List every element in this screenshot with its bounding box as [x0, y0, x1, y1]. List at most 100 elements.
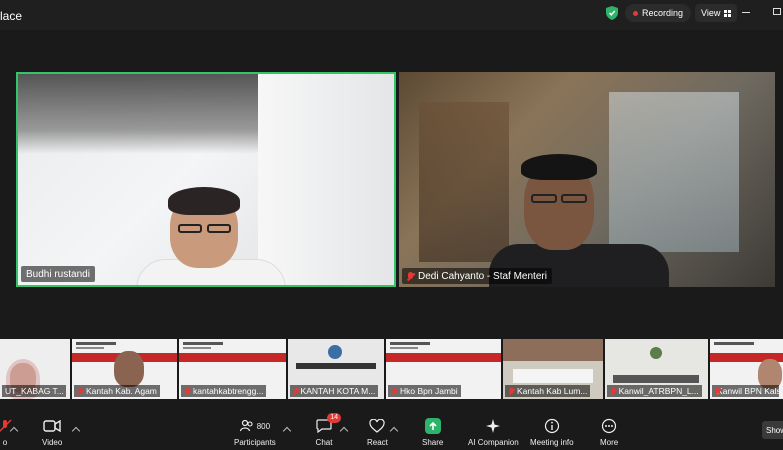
background-shelf — [419, 102, 509, 262]
share-button[interactable]: Share — [422, 418, 443, 447]
thumbnail-tile[interactable]: Kanwil_ATRBPN_L... — [605, 339, 708, 399]
mic-muted-icon — [509, 387, 515, 394]
room-wall — [503, 339, 603, 361]
participant-name: Dedi Cahyanto - Staf Menteri — [418, 270, 547, 282]
thumbnail-tile[interactable]: Kantah Kab Lum... — [503, 339, 603, 399]
encryption-shield-icon[interactable] — [603, 4, 621, 22]
video-label: Video — [42, 438, 63, 447]
room-chairs — [613, 375, 699, 383]
thumbnail-name-tag: Kanwil_ATRBPN_L... — [607, 385, 702, 397]
title-bar: lace Recording View — [0, 0, 783, 30]
slide-text — [390, 342, 430, 345]
thumbnail-name-tag: KANTAH KOTA M... — [290, 385, 379, 397]
thumbnail-tile[interactable]: Kantah Kab. Agam — [72, 339, 177, 399]
mic-muted-icon — [611, 387, 616, 394]
video-tile-participant[interactable]: Dedi Cahyanto - Staf Menteri — [399, 72, 775, 287]
recording-label: Recording — [642, 8, 684, 18]
mic-muted-icon — [185, 387, 191, 394]
meeting-info-button[interactable]: Meeting info — [530, 418, 574, 447]
chat-options-chevron-icon[interactable] — [339, 426, 349, 436]
slide-banner — [386, 353, 501, 362]
meeting-info-label: Meeting info — [530, 438, 574, 447]
ai-companion-label: AI Companion — [468, 438, 519, 447]
more-button[interactable]: More — [600, 418, 618, 447]
chat-icon: 14 — [315, 413, 341, 434]
view-button[interactable]: View — [695, 4, 738, 22]
participants-button[interactable]: 800 Participants — [234, 418, 276, 447]
mic-muted-icon — [392, 387, 398, 394]
participant-name-tag: Budhi rustandi — [21, 266, 95, 282]
background-window — [609, 92, 739, 252]
slide-text — [390, 347, 418, 349]
slide-text — [183, 347, 211, 349]
view-label: View — [701, 8, 721, 18]
participants-icon: 800 — [235, 418, 275, 434]
video-button[interactable]: Video — [42, 418, 62, 447]
meeting-status-group: Recording View — [603, 3, 738, 23]
react-label: React — [367, 438, 388, 447]
thumbnail-name-tag: Kantah Kab Lum... — [505, 385, 591, 397]
thumbnail-tile[interactable]: KANTAH KOTA M... — [288, 339, 384, 399]
window-title: lace — [0, 9, 23, 23]
audio-label: o — [2, 438, 8, 447]
participants-label: Participants — [234, 438, 276, 447]
slide-text — [76, 347, 104, 349]
slide-text — [714, 342, 754, 345]
person-hair — [168, 187, 240, 215]
person-hair — [521, 154, 597, 180]
slide-banner — [179, 353, 286, 362]
thumbnail-name-tag: kantahkabtrengg... — [181, 385, 267, 397]
chat-label: Chat — [315, 438, 333, 447]
slide-text — [76, 342, 116, 345]
thumbnail-strip: UT_KABAG T... Kantah Kab. Agam kantahkab… — [0, 339, 783, 399]
sparkle-icon — [484, 418, 502, 434]
glasses-icon — [207, 224, 231, 233]
glasses-icon — [561, 194, 587, 203]
meeting-toolbar: o Video 800 Participants 14 Chat React S… — [0, 412, 783, 450]
show-label: Show — [766, 425, 783, 435]
mic-muted-icon — [294, 387, 298, 394]
share-label: Share — [422, 438, 444, 447]
video-tile-active-speaker[interactable]: Budhi rustandi — [16, 72, 396, 287]
react-options-chevron-icon[interactable] — [389, 426, 399, 436]
video-camera-icon — [43, 418, 61, 434]
thumbnail-tile[interactable]: Kanwil BPN Kals... — [710, 339, 783, 399]
thumbnail-tile[interactable]: kantahkabtrengg... — [179, 339, 286, 399]
minimize-icon[interactable] — [742, 12, 750, 13]
participant-name-tag: Dedi Cahyanto - Staf Menteri — [402, 268, 552, 284]
room-table — [513, 369, 593, 383]
more-label: More — [600, 438, 619, 447]
glasses-icon — [531, 194, 557, 203]
heart-icon — [368, 418, 386, 434]
grid-view-icon — [724, 9, 732, 17]
info-icon — [543, 418, 561, 434]
chat-unread-badge: 14 — [327, 413, 341, 423]
background-wall — [258, 74, 394, 285]
thumbnail-name-tag: UT_KABAG T... — [2, 385, 67, 397]
restore-icon[interactable] — [773, 8, 781, 15]
slide-text — [183, 342, 223, 345]
chat-button[interactable]: 14 Chat — [315, 413, 341, 447]
recording-dot-icon — [633, 10, 638, 16]
participant-name: Budhi rustandi — [26, 268, 90, 280]
share-screen-icon — [424, 418, 442, 434]
thumbnail-name-tag: Kanwil BPN Kals... — [712, 385, 780, 397]
ai-companion-button[interactable]: AI Companion — [468, 418, 519, 447]
office-logo-icon — [328, 345, 342, 359]
office-logo-icon — [650, 347, 662, 359]
show-button[interactable]: Show — [762, 421, 783, 439]
office-sign — [296, 363, 376, 369]
thumbnail-tile[interactable]: Hko Bpn Jambi — [386, 339, 501, 399]
react-button[interactable]: React — [367, 418, 388, 447]
participants-count: 800 — [256, 421, 271, 431]
zoom-window: lace Recording View Budhi rustandi Dedi … — [0, 0, 783, 450]
more-dots-icon — [600, 418, 618, 434]
participants-options-chevron-icon[interactable] — [282, 426, 292, 436]
glasses-icon — [178, 224, 202, 233]
thumbnail-name-tag: Kantah Kab. Agam — [74, 385, 160, 397]
video-options-chevron-icon[interactable] — [71, 426, 81, 436]
recording-indicator[interactable]: Recording — [625, 4, 692, 22]
mic-muted-icon — [407, 271, 414, 281]
thumbnail-tile[interactable]: UT_KABAG T... — [0, 339, 70, 399]
mic-muted-icon — [78, 387, 84, 394]
